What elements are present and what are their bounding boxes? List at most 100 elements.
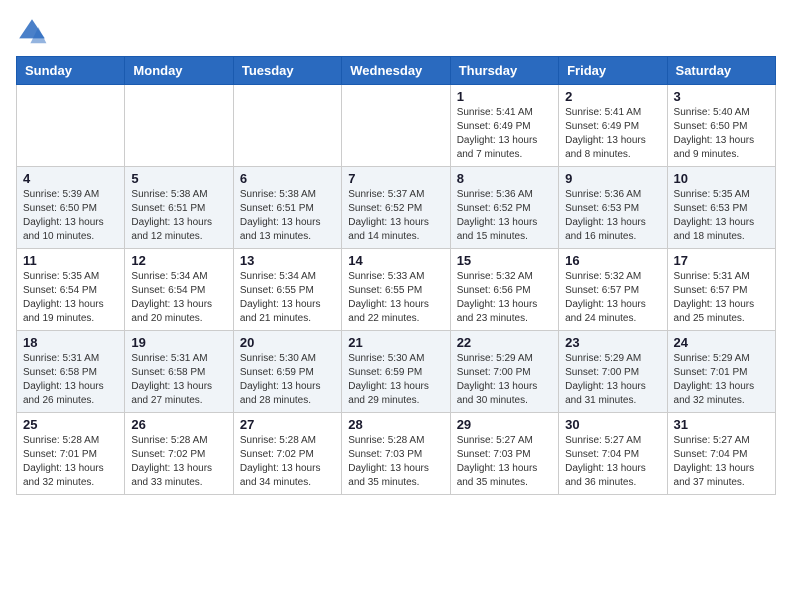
- day-info: Sunrise: 5:33 AM Sunset: 6:55 PM Dayligh…: [348, 270, 443, 326]
- logo-icon: [16, 16, 48, 48]
- day-number: 30: [565, 417, 660, 432]
- day-info: Sunrise: 5:31 AM Sunset: 6:57 PM Dayligh…: [674, 270, 769, 326]
- day-info: Sunrise: 5:28 AM Sunset: 7:03 PM Dayligh…: [348, 434, 443, 490]
- day-info: Sunrise: 5:41 AM Sunset: 6:49 PM Dayligh…: [457, 106, 552, 162]
- calendar-cell: 7Sunrise: 5:37 AM Sunset: 6:52 PM Daylig…: [342, 167, 450, 249]
- calendar-cell: 5 Sunrise: 5:38 AM Sunset: 6:51 PM Daylig…: [125, 167, 233, 249]
- day-info: Sunrise: 5:28 AM Sunset: 7:01 PM Dayligh…: [23, 434, 118, 490]
- day-number: 12: [131, 253, 226, 268]
- calendar-cell: 26 Sunrise: 5:28 AM Sunset: 7:02 PM Dayli…: [125, 413, 233, 495]
- day-number: 9: [565, 171, 660, 186]
- calendar-cell: 28 Sunrise: 5:28 AM Sunset: 7:03 PM Dayli…: [342, 413, 450, 495]
- calendar-day-header: Tuesday: [233, 57, 341, 85]
- day-number: 23: [565, 335, 660, 350]
- logo: [16, 16, 52, 48]
- day-info: Sunrise: 5:28 AM Sunset: 7:02 PM Dayligh…: [240, 434, 335, 490]
- calendar-cell: 23Sunrise: 5:29 AM Sunset: 7:00 PM Dayli…: [559, 331, 667, 413]
- calendar-day-header: Sunday: [17, 57, 125, 85]
- calendar-cell: 12 Sunrise: 5:34 AM Sunset: 6:54 PM Dayli…: [125, 249, 233, 331]
- day-number: 18: [23, 335, 118, 350]
- day-number: 28: [348, 417, 443, 432]
- day-info: Sunrise: 5:34 AM Sunset: 6:54 PM Dayligh…: [131, 270, 226, 326]
- day-number: 22: [457, 335, 552, 350]
- calendar-cell: 25 Sunrise: 5:28 AM Sunset: 7:01 PM Dayli…: [17, 413, 125, 495]
- calendar-cell: [17, 85, 125, 167]
- day-info: Sunrise: 5:29 AM Sunset: 7:01 PM Dayligh…: [674, 352, 769, 408]
- calendar-cell: [125, 85, 233, 167]
- calendar-day-header: Wednesday: [342, 57, 450, 85]
- calendar-cell: 13Sunrise: 5:34 AM Sunset: 6:55 PM Dayli…: [233, 249, 341, 331]
- calendar-week-row: 11 Sunrise: 5:35 AM Sunset: 6:54 PM Dayli…: [17, 249, 776, 331]
- day-info: Sunrise: 5:30 AM Sunset: 6:59 PM Dayligh…: [348, 352, 443, 408]
- calendar-cell: 30 Sunrise: 5:27 AM Sunset: 7:04 PM Dayli…: [559, 413, 667, 495]
- calendar-week-row: 18 Sunrise: 5:31 AM Sunset: 6:58 PM Dayli…: [17, 331, 776, 413]
- day-info: Sunrise: 5:40 AM Sunset: 6:50 PM Dayligh…: [674, 106, 769, 162]
- day-number: 11: [23, 253, 118, 268]
- day-number: 14: [348, 253, 443, 268]
- calendar-cell: 4 Sunrise: 5:39 AM Sunset: 6:50 PM Daylig…: [17, 167, 125, 249]
- day-info: Sunrise: 5:38 AM Sunset: 6:51 PM Dayligh…: [131, 188, 226, 244]
- day-info: Sunrise: 5:35 AM Sunset: 6:53 PM Dayligh…: [674, 188, 769, 244]
- day-number: 13: [240, 253, 335, 268]
- day-info: Sunrise: 5:35 AM Sunset: 6:54 PM Dayligh…: [23, 270, 118, 326]
- day-info: Sunrise: 5:28 AM Sunset: 7:02 PM Dayligh…: [131, 434, 226, 490]
- day-number: 20: [240, 335, 335, 350]
- day-number: 10: [674, 171, 769, 186]
- day-number: 16: [565, 253, 660, 268]
- calendar-cell: 27 Sunrise: 5:28 AM Sunset: 7:02 PM Dayli…: [233, 413, 341, 495]
- day-number: 15: [457, 253, 552, 268]
- day-number: 31: [674, 417, 769, 432]
- calendar-cell: 11 Sunrise: 5:35 AM Sunset: 6:54 PM Dayli…: [17, 249, 125, 331]
- day-info: Sunrise: 5:37 AM Sunset: 6:52 PM Dayligh…: [348, 188, 443, 244]
- calendar-cell: [233, 85, 341, 167]
- calendar-cell: 16 Sunrise: 5:32 AM Sunset: 6:57 PM Dayli…: [559, 249, 667, 331]
- calendar-cell: 2 Sunrise: 5:41 AM Sunset: 6:49 PM Daylig…: [559, 85, 667, 167]
- day-number: 5: [131, 171, 226, 186]
- day-info: Sunrise: 5:29 AM Sunset: 7:00 PM Dayligh…: [457, 352, 552, 408]
- calendar-cell: 3 Sunrise: 5:40 AM Sunset: 6:50 PM Daylig…: [667, 85, 775, 167]
- calendar-body: 1 Sunrise: 5:41 AM Sunset: 6:49 PM Daylig…: [17, 85, 776, 495]
- calendar-cell: 21 Sunrise: 5:30 AM Sunset: 6:59 PM Dayli…: [342, 331, 450, 413]
- day-info: Sunrise: 5:31 AM Sunset: 6:58 PM Dayligh…: [131, 352, 226, 408]
- calendar-cell: 20Sunrise: 5:30 AM Sunset: 6:59 PM Dayli…: [233, 331, 341, 413]
- calendar-cell: 29 Sunrise: 5:27 AM Sunset: 7:03 PM Dayli…: [450, 413, 558, 495]
- page-header: [16, 16, 776, 48]
- day-number: 29: [457, 417, 552, 432]
- day-number: 24: [674, 335, 769, 350]
- day-number: 26: [131, 417, 226, 432]
- day-number: 2: [565, 89, 660, 104]
- day-info: Sunrise: 5:32 AM Sunset: 6:56 PM Dayligh…: [457, 270, 552, 326]
- day-info: Sunrise: 5:27 AM Sunset: 7:04 PM Dayligh…: [565, 434, 660, 490]
- calendar-cell: 15 Sunrise: 5:32 AM Sunset: 6:56 PM Dayli…: [450, 249, 558, 331]
- calendar-cell: 31 Sunrise: 5:27 AM Sunset: 7:04 PM Dayli…: [667, 413, 775, 495]
- day-info: Sunrise: 5:27 AM Sunset: 7:04 PM Dayligh…: [674, 434, 769, 490]
- day-number: 27: [240, 417, 335, 432]
- day-info: Sunrise: 5:39 AM Sunset: 6:50 PM Dayligh…: [23, 188, 118, 244]
- day-info: Sunrise: 5:31 AM Sunset: 6:58 PM Dayligh…: [23, 352, 118, 408]
- day-number: 17: [674, 253, 769, 268]
- day-number: 1: [457, 89, 552, 104]
- calendar-day-header: Monday: [125, 57, 233, 85]
- day-info: Sunrise: 5:32 AM Sunset: 6:57 PM Dayligh…: [565, 270, 660, 326]
- day-number: 3: [674, 89, 769, 104]
- calendar-day-header: Friday: [559, 57, 667, 85]
- day-number: 4: [23, 171, 118, 186]
- day-number: 21: [348, 335, 443, 350]
- calendar-cell: 22 Sunrise: 5:29 AM Sunset: 7:00 PM Dayli…: [450, 331, 558, 413]
- calendar-cell: 24 Sunrise: 5:29 AM Sunset: 7:01 PM Dayli…: [667, 331, 775, 413]
- day-number: 25: [23, 417, 118, 432]
- calendar-cell: 14 Sunrise: 5:33 AM Sunset: 6:55 PM Dayli…: [342, 249, 450, 331]
- calendar-cell: 19Sunrise: 5:31 AM Sunset: 6:58 PM Dayli…: [125, 331, 233, 413]
- day-info: Sunrise: 5:41 AM Sunset: 6:49 PM Dayligh…: [565, 106, 660, 162]
- day-info: Sunrise: 5:27 AM Sunset: 7:03 PM Dayligh…: [457, 434, 552, 490]
- calendar-cell: 18 Sunrise: 5:31 AM Sunset: 6:58 PM Dayli…: [17, 331, 125, 413]
- calendar-cell: 10 Sunrise: 5:35 AM Sunset: 6:53 PM Dayli…: [667, 167, 775, 249]
- calendar-cell: 17 Sunrise: 5:31 AM Sunset: 6:57 PM Dayli…: [667, 249, 775, 331]
- calendar-week-row: 1 Sunrise: 5:41 AM Sunset: 6:49 PM Daylig…: [17, 85, 776, 167]
- calendar-day-header: Thursday: [450, 57, 558, 85]
- calendar-week-row: 4 Sunrise: 5:39 AM Sunset: 6:50 PM Daylig…: [17, 167, 776, 249]
- calendar-cell: 8Sunrise: 5:36 AM Sunset: 6:52 PM Daylig…: [450, 167, 558, 249]
- day-info: Sunrise: 5:38 AM Sunset: 6:51 PM Dayligh…: [240, 188, 335, 244]
- calendar-cell: 6Sunrise: 5:38 AM Sunset: 6:51 PM Daylig…: [233, 167, 341, 249]
- day-number: 8: [457, 171, 552, 186]
